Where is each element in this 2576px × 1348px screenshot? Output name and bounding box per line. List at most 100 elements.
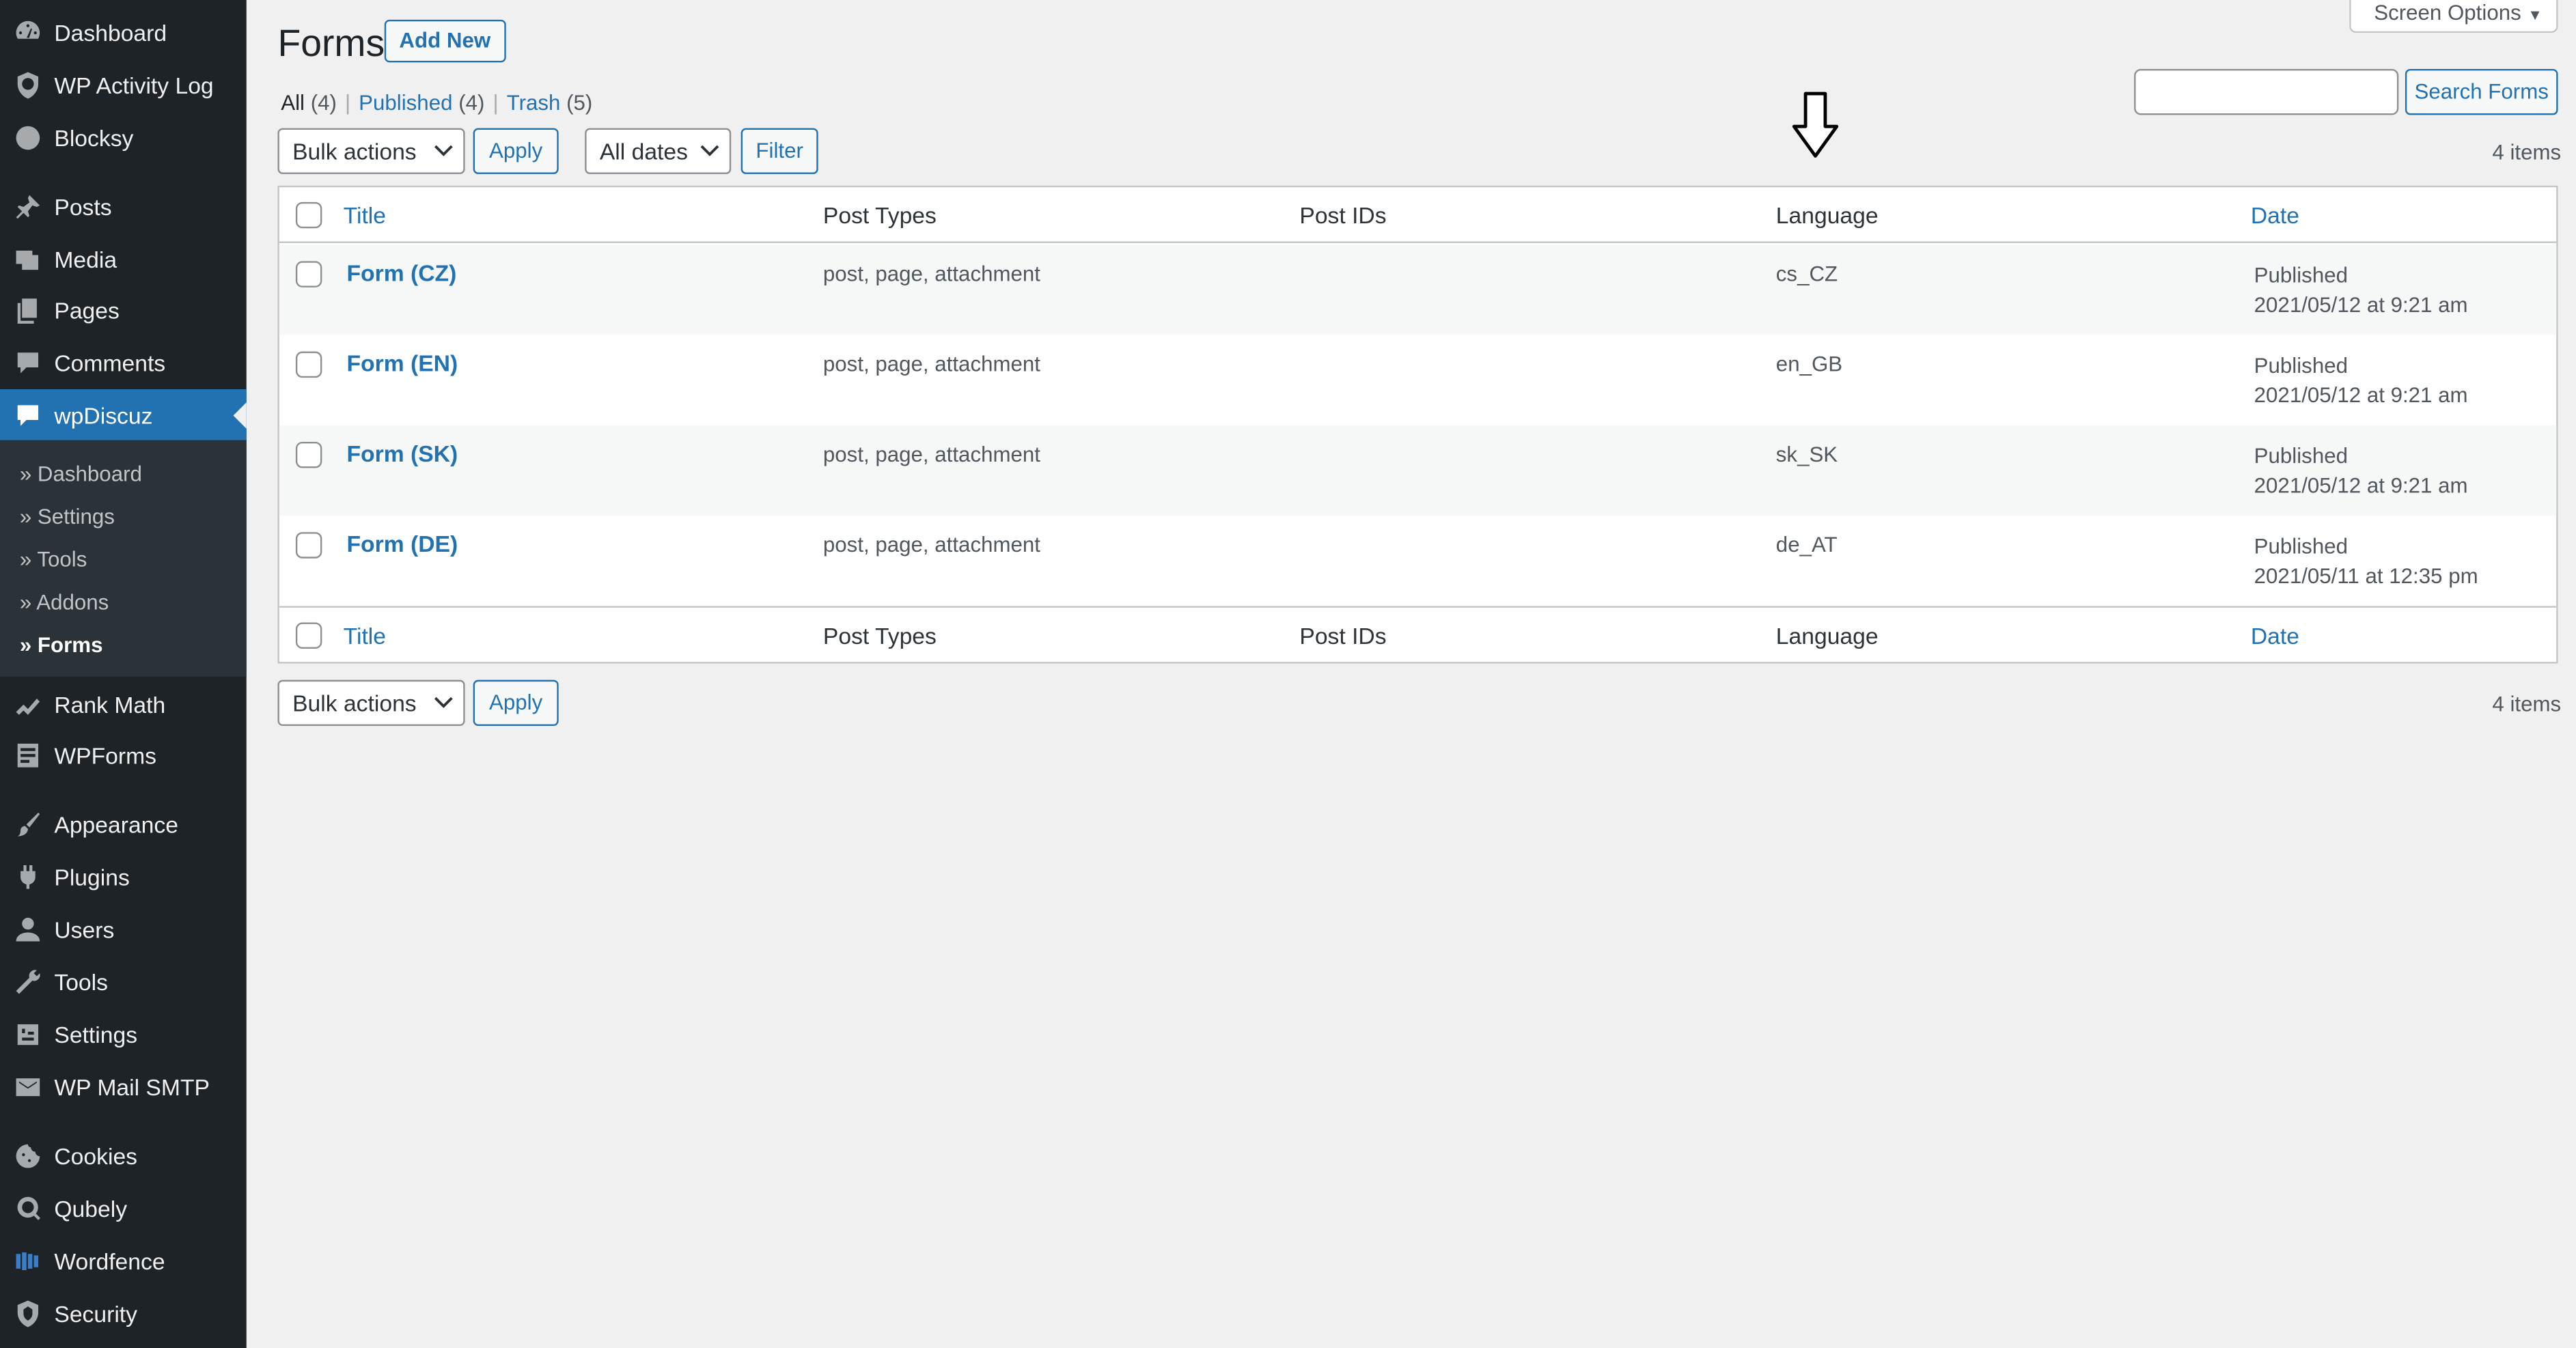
date-filter-select[interactable]: All dates xyxy=(585,128,732,174)
sidebar-item-label: Appearance xyxy=(54,811,178,838)
date-filter-value: All dates xyxy=(599,138,688,165)
items-count-bottom: 4 items xyxy=(2492,691,2562,716)
sidebar-item-users[interactable]: Users xyxy=(0,903,247,956)
sidebar-item-blocksy[interactable]: Blocksy xyxy=(0,112,247,165)
column-title-sort[interactable]: Title xyxy=(344,202,386,228)
settings-icon xyxy=(0,1020,54,1050)
table-row: Form (CZ) post, page, attachment cs_CZ P… xyxy=(279,244,2557,335)
row-status: Published xyxy=(2254,262,2349,287)
column-post-ids: Post IDs xyxy=(1299,201,1387,229)
row-title-link[interactable]: Form (EN) xyxy=(346,350,458,376)
row-title-link[interactable]: Form (CZ) xyxy=(346,259,456,285)
row-date: Published 2021/05/12 at 9:21 am xyxy=(2254,352,2468,411)
view-trash-count: (5) xyxy=(566,90,593,115)
screen-options-label: Screen Options xyxy=(2374,0,2521,25)
row-checkbox[interactable] xyxy=(295,532,322,559)
sidebar-item-cookies[interactable]: Cookies xyxy=(0,1130,247,1183)
sidebar-item-label: Blocksy xyxy=(54,124,134,152)
sidebar-item-qubely[interactable]: Qubely xyxy=(0,1183,247,1235)
sidebar-item-settings[interactable]: Settings xyxy=(0,1009,247,1061)
sidebar-item-label: Cookies xyxy=(54,1142,138,1170)
chevron-down-icon xyxy=(434,145,453,156)
wpdiscuz-submenu: » Dashboard » Settings » Tools » Addons … xyxy=(0,440,247,677)
apply-button-bottom[interactable]: Apply xyxy=(473,679,559,727)
select-all-checkbox[interactable] xyxy=(295,201,322,229)
row-checkbox[interactable] xyxy=(295,441,322,468)
sidebar-item-posts[interactable]: Posts xyxy=(0,181,247,234)
sidebar-item-label: Dashboard xyxy=(54,19,167,46)
row-post-types: post, page, attachment xyxy=(822,351,1041,376)
sidebar-item-tools[interactable]: Tools xyxy=(0,956,247,1009)
sidebar-item-plugins[interactable]: Plugins xyxy=(0,851,247,903)
sidebar-item-appearance[interactable]: Appearance xyxy=(0,798,247,851)
row-language: en_GB xyxy=(1775,351,1843,376)
rank-math-icon xyxy=(0,690,54,719)
add-new-button[interactable]: Add New xyxy=(384,19,505,63)
separator: | xyxy=(344,90,351,115)
submenu-item-settings[interactable]: » Settings xyxy=(20,504,115,529)
column-title-sort-footer[interactable]: Title xyxy=(344,622,386,648)
table-row: Form (EN) post, page, attachment en_GB P… xyxy=(279,335,2556,425)
row-language: cs_CZ xyxy=(1775,261,1838,286)
view-published-label: Published xyxy=(359,90,453,115)
sidebar-item-label: Users xyxy=(54,916,115,943)
media-icon xyxy=(0,244,54,274)
sidebar-item-rank-math[interactable]: Rank Math xyxy=(0,678,247,731)
row-checkbox[interactable] xyxy=(295,261,322,287)
row-date: Published 2021/05/12 at 9:21 am xyxy=(2254,442,2468,501)
comment-icon xyxy=(0,401,54,430)
row-title-link[interactable]: Form (DE) xyxy=(346,531,458,557)
sidebar-item-comments[interactable]: Comments xyxy=(0,337,247,389)
wp-admin-screen: Dashboard WP Activity Log Blocksy Posts … xyxy=(0,0,2576,1348)
bulk-actions-select-bottom[interactable]: Bulk actions xyxy=(277,679,465,727)
sidebar-item-label: Rank Math xyxy=(54,691,166,718)
view-all-link[interactable]: All (4) xyxy=(281,90,337,115)
pin-icon xyxy=(0,192,54,221)
view-published-link[interactable]: Published (4) xyxy=(359,90,484,115)
sidebar-item-label: Wordfence xyxy=(54,1248,165,1275)
apply-button-top[interactable]: Apply xyxy=(473,128,559,174)
sidebar-item-dashboard[interactable]: Dashboard xyxy=(0,7,247,59)
row-language: de_AT xyxy=(1775,532,1838,557)
sidebar-item-pages[interactable]: Pages xyxy=(0,284,247,337)
submenu-item-forms[interactable]: » Forms xyxy=(20,632,103,657)
sidebar-item-media[interactable]: Media xyxy=(0,234,247,286)
sidebar-item-label: WPForms xyxy=(54,742,157,769)
screen-options-button[interactable]: Screen Options ▼ xyxy=(2349,0,2558,33)
row-title-link[interactable]: Form (SK) xyxy=(346,440,458,466)
paintbrush-icon xyxy=(0,810,54,839)
chevron-down-icon xyxy=(434,697,453,708)
submenu-item-addons[interactable]: » Addons xyxy=(20,589,109,614)
row-date-value: 2021/05/12 at 9:21 am xyxy=(2254,292,2468,318)
sidebar-item-wp-activity-log[interactable]: WP Activity Log xyxy=(0,59,247,112)
sidebar-item-wordfence[interactable]: Wordfence xyxy=(0,1235,247,1288)
column-date-sort[interactable]: Date xyxy=(2251,202,2299,228)
sidebar-item-wp-mail-smtp[interactable]: WP Mail SMTP xyxy=(0,1061,247,1114)
view-published-count: (4) xyxy=(458,90,485,115)
row-status: Published xyxy=(2254,533,2349,559)
sidebar-item-wpdiscuz[interactable]: wpDiscuz xyxy=(0,389,247,442)
row-checkbox[interactable] xyxy=(295,351,322,378)
cookie-icon xyxy=(0,1141,54,1170)
view-all-label: All xyxy=(281,90,305,115)
view-trash-link[interactable]: Trash (5) xyxy=(507,90,593,115)
submenu-item-dashboard[interactable]: » Dashboard xyxy=(20,462,142,486)
select-all-checkbox-footer[interactable] xyxy=(295,622,322,649)
activity-log-icon xyxy=(0,70,54,100)
filter-button[interactable]: Filter xyxy=(740,128,818,174)
sidebar-item-security[interactable]: Security xyxy=(0,1288,247,1340)
search-forms-button[interactable]: Search Forms xyxy=(2405,69,2558,115)
sidebar-item-label: Pages xyxy=(54,297,120,324)
table-header: Title Post Types Post IDs Language Date xyxy=(279,187,2557,243)
sidebar-item-label: Posts xyxy=(54,193,112,221)
sidebar-item-wpforms[interactable]: WPForms xyxy=(0,729,247,782)
sidebar-item-label: Comments xyxy=(54,350,166,376)
column-post-ids-footer: Post IDs xyxy=(1299,622,1387,649)
view-all-count: (4) xyxy=(310,90,337,115)
row-date-value: 2021/05/12 at 9:21 am xyxy=(2254,473,2468,498)
search-input[interactable] xyxy=(2134,69,2399,115)
bulk-actions-select-top[interactable]: Bulk actions xyxy=(277,128,465,174)
column-date-sort-footer[interactable]: Date xyxy=(2251,622,2299,648)
submenu-item-tools[interactable]: » Tools xyxy=(20,547,87,572)
sidebar-item-label: Qubely xyxy=(54,1195,128,1222)
